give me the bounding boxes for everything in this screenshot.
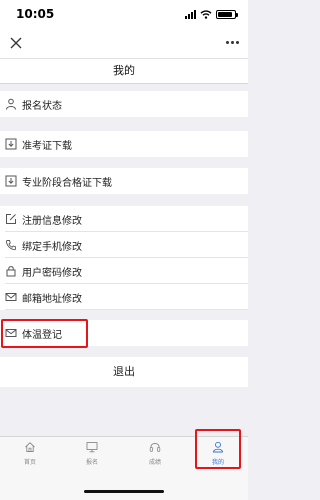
menu-label: 邮箱地址修改	[22, 293, 82, 305]
menu-item-certificate-download[interactable]: 专业阶段合格证下载	[0, 168, 248, 194]
highlight-box-mine-tab	[195, 429, 241, 469]
close-icon[interactable]	[9, 36, 23, 50]
menu-label: 准考证下载	[22, 140, 72, 152]
edit-icon	[6, 214, 16, 224]
menu-item-edit-phone[interactable]: 绑定手机修改	[0, 232, 248, 258]
lock-icon	[6, 266, 16, 277]
logout-button[interactable]: 退出	[0, 357, 248, 387]
more-dots-icon[interactable]	[226, 41, 239, 44]
menu-item-registration-status[interactable]: 报名状态	[0, 91, 248, 117]
phone-icon	[5, 240, 16, 251]
cellular-signal-icon	[185, 9, 196, 19]
status-bar: 10:05	[0, 0, 248, 28]
download-icon	[5, 138, 17, 150]
bottom-safe-area	[0, 474, 248, 500]
status-time: 10:05	[16, 7, 55, 21]
tab-label: 成绩	[148, 459, 161, 466]
wifi-icon	[200, 9, 212, 19]
tab-label: 报名	[85, 459, 98, 466]
tab-scores[interactable]: 成绩	[135, 441, 175, 466]
battery-icon	[216, 9, 238, 19]
menu-item-edit-registration[interactable]: 注册信息修改	[0, 206, 248, 232]
tab-home[interactable]: 首页	[10, 441, 50, 466]
menu-label: 用户密码修改	[22, 267, 82, 279]
home-indicator	[84, 490, 164, 493]
menu-label: 专业阶段合格证下载	[22, 177, 112, 189]
mail-icon	[5, 293, 17, 301]
battery-level	[218, 11, 232, 17]
menu-item-change-password[interactable]: 用户密码修改	[0, 258, 248, 284]
person-icon	[6, 98, 16, 110]
download-icon	[5, 175, 17, 187]
menu-item-admission-ticket-download[interactable]: 准考证下载	[0, 131, 248, 157]
nav-bar	[0, 28, 248, 58]
highlight-box-temperature	[1, 319, 88, 348]
menu-label: 注册信息修改	[22, 215, 82, 227]
menu-label: 绑定手机修改	[22, 241, 82, 253]
tab-registration[interactable]: 报名	[72, 441, 112, 466]
page-title: 我的	[0, 58, 248, 84]
menu-label: 报名状态	[22, 100, 62, 112]
headset-icon	[149, 443, 161, 452]
monitor-icon	[86, 442, 98, 453]
menu-item-edit-email[interactable]: 邮箱地址修改	[0, 284, 248, 310]
home-icon	[25, 442, 35, 452]
status-icons	[185, 9, 238, 19]
tab-label: 首页	[23, 459, 36, 466]
